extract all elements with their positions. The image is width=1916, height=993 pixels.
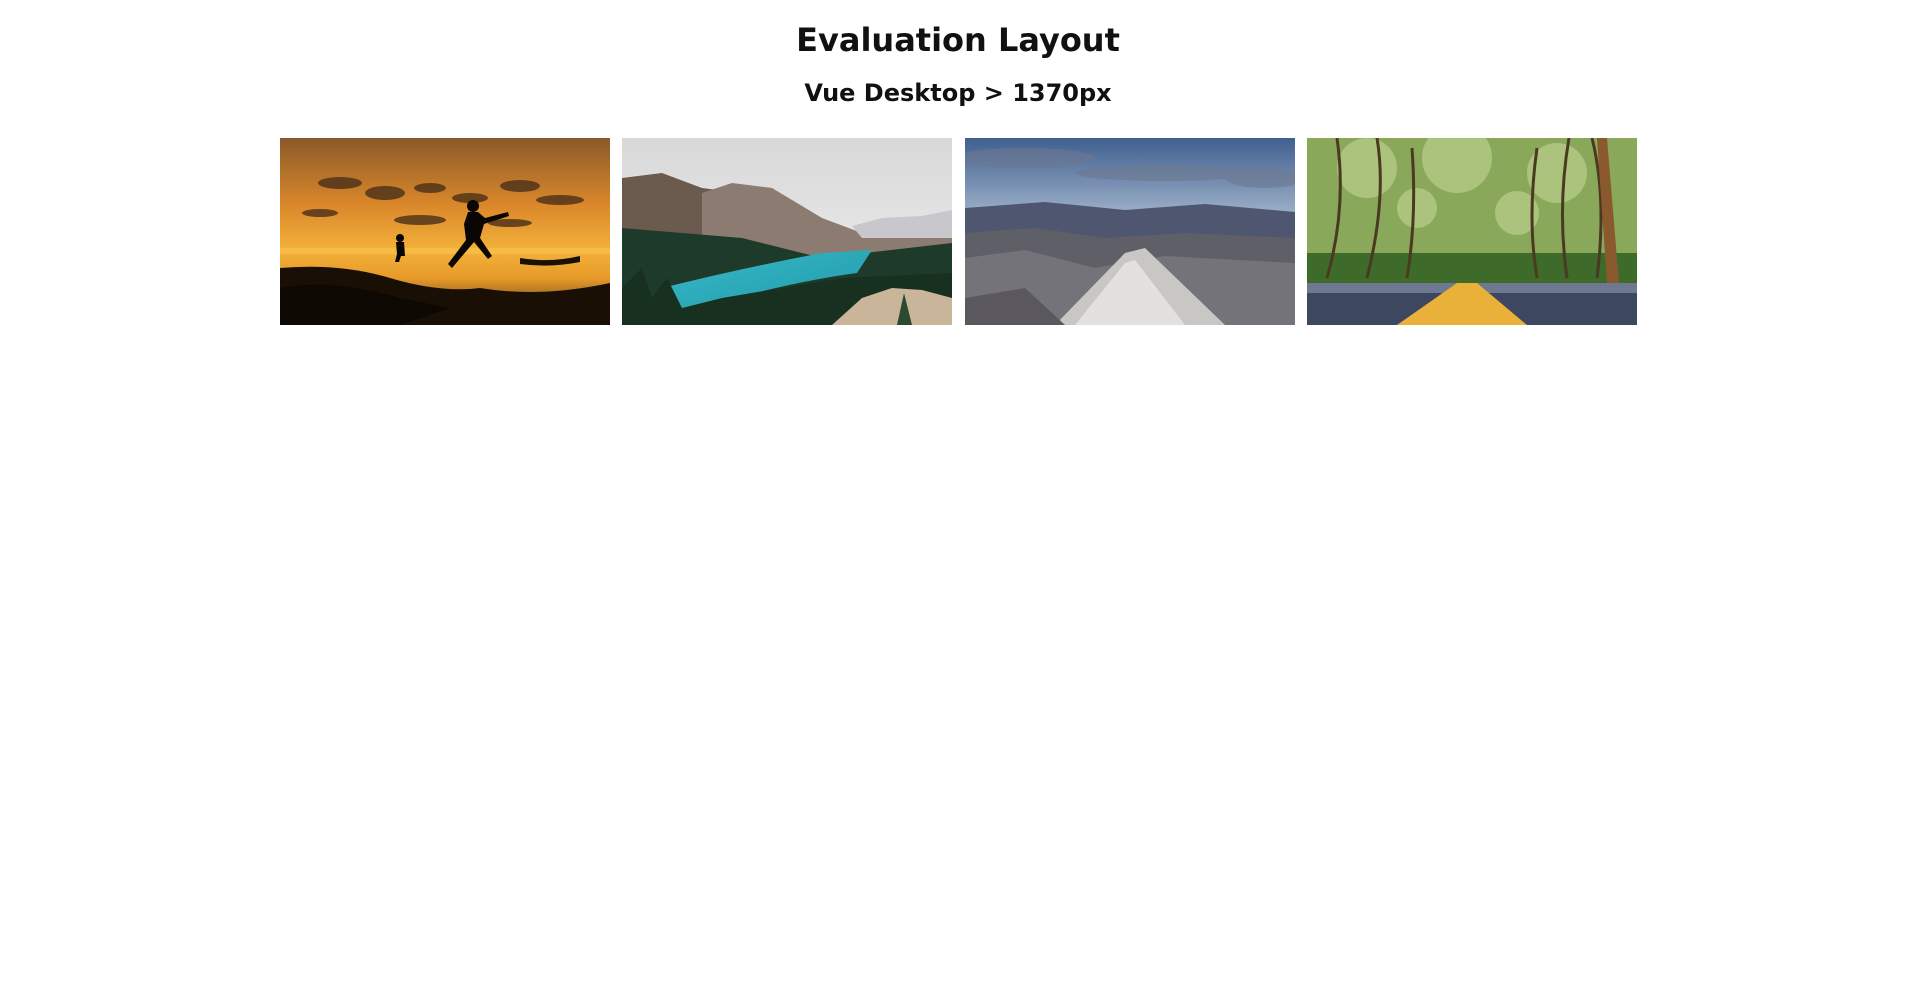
tree-lined-road-image[interactable] [1306,138,1637,325]
page-subtitle: Vue Desktop > 1370px [804,79,1112,107]
page: Evaluation Layout Vue Desktop > 1370px [0,0,1916,993]
mountain-lake-image[interactable] [622,138,953,325]
page-title: Evaluation Layout [796,21,1120,59]
rocky-ridge-image[interactable] [964,138,1295,325]
image-gallery [280,138,1637,325]
sunset-silhouette-image[interactable] [280,138,610,325]
